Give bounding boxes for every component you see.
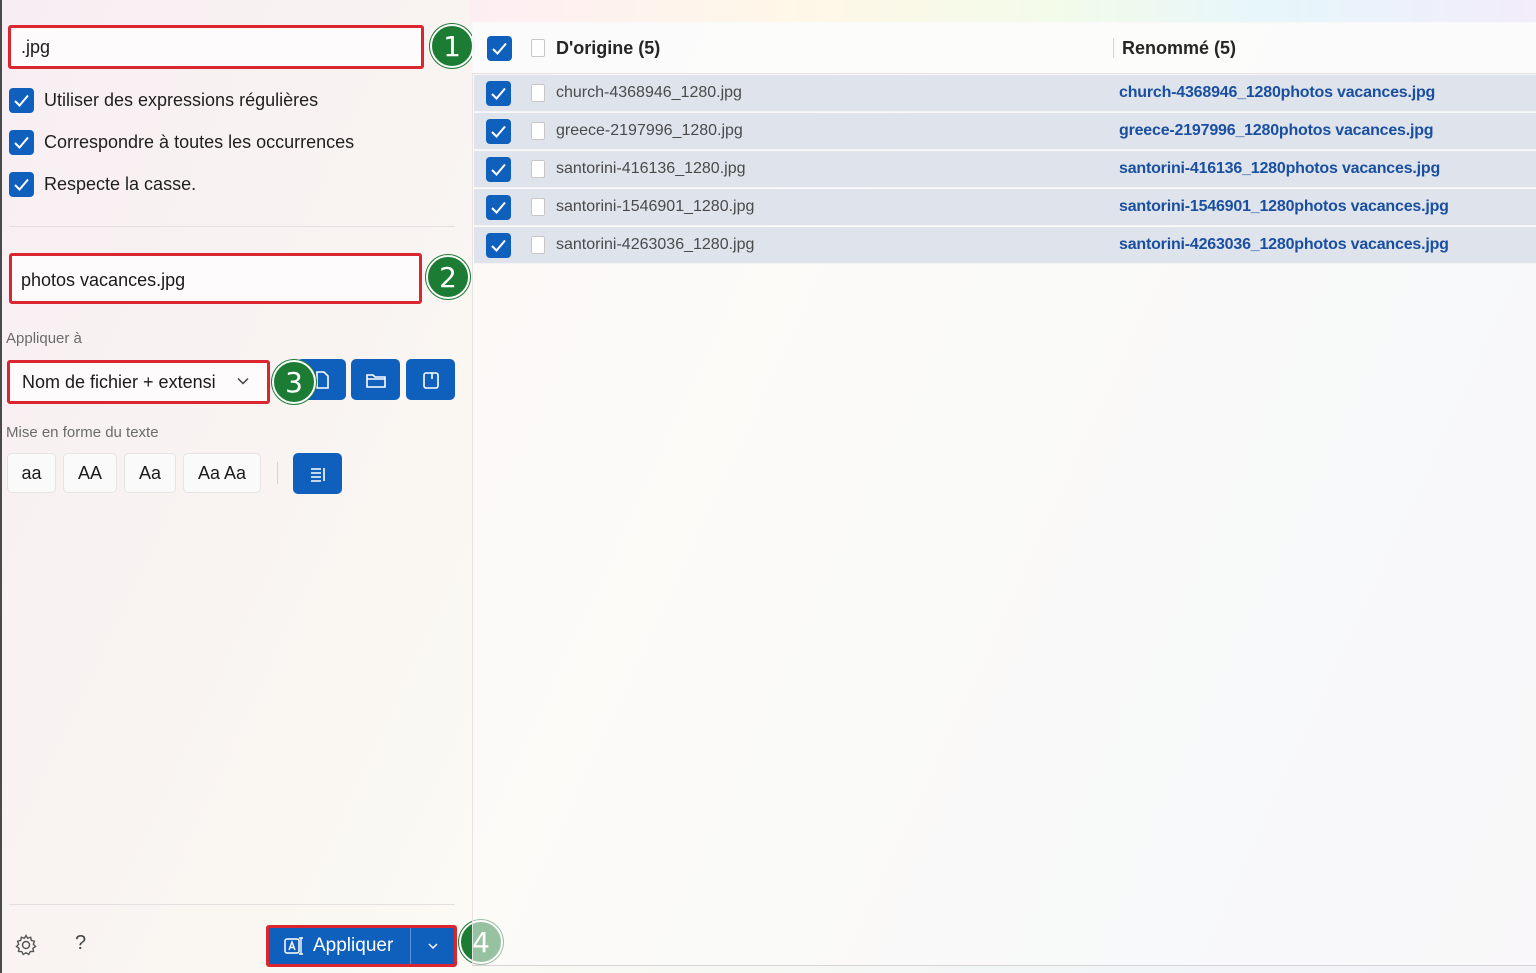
column-separator[interactable] [1113,38,1114,58]
row-checkbox[interactable] [486,119,511,144]
case-sensitive-label: Respecte la casse. [44,174,197,194]
renamed-filename: santorini-416136_1280photos vacances.jpg [1119,160,1441,177]
table-row[interactable]: santorini-4263036_1280.jpg santorini-426… [474,227,1536,264]
table-row[interactable]: santorini-1546901_1280.jpg santorini-154… [474,189,1536,226]
help-button[interactable]: ? [75,932,86,955]
gear-icon[interactable] [14,933,38,957]
button-separator [277,462,278,484]
apply-options-dropdown[interactable] [411,928,454,964]
regex-option[interactable]: Utiliser des expressions régulières [9,88,318,113]
replace-input[interactable]: photos vacances.jpg [9,253,422,304]
table-row[interactable]: church-4368946_1280.jpg church-4368946_1… [474,75,1536,112]
apply-button[interactable]: Appliquer [269,928,410,964]
renamed-filename: santorini-1546901_1280photos vacances.jp… [1119,198,1449,215]
apply-to-dropdown[interactable]: Nom de fichier + extension [7,360,270,404]
row-checkbox[interactable] [486,233,511,258]
step-badge-3: 3 [272,360,316,404]
divider [9,226,455,227]
checkmark-icon [491,163,506,176]
table-row[interactable]: greece-2197996_1280.jpg greece-2197996_1… [474,113,1536,150]
select-all-checkbox[interactable] [487,36,512,61]
apply-label: Appliquer [313,935,394,956]
chevron-down-icon [237,377,249,385]
row-checkbox[interactable] [486,195,511,220]
step-badge-1: 1 [430,24,474,68]
checkmark-icon [14,178,29,191]
replace-input-value: photos vacances.jpg [21,270,186,290]
footer-divider [9,904,455,905]
original-filename: santorini-4263036_1280.jpg [556,236,755,253]
step-badge-2: 2 [426,255,470,299]
file-icon [531,39,545,57]
titlecase-button[interactable]: Aa [124,453,176,493]
enumerate-button[interactable] [293,453,342,494]
table-row[interactable]: santorini-416136_1280.jpg santorini-4161… [474,151,1536,188]
subfolder-icon [422,371,439,389]
checkmark-icon [14,94,29,107]
checkmark-icon [491,125,506,138]
regex-label: Utiliser des expressions régulières [44,90,319,110]
lowercase-button[interactable]: aa [7,453,56,493]
text-format-label: Mise en forme du texte [6,424,159,441]
folder-icon [365,373,386,388]
list-enumerate-icon [310,467,325,482]
renamed-filename: greece-2197996_1280photos vacances.jpg [1119,122,1434,139]
regex-checkbox[interactable] [9,88,34,113]
checkmark-icon [14,136,29,149]
original-filename: santorini-416136_1280.jpg [556,160,746,177]
file-icon [531,160,545,178]
apply-to-folders-button[interactable] [351,359,400,400]
file-icon [531,236,545,254]
search-input[interactable]: .jpg [8,25,424,69]
original-column-header[interactable]: D'origine (5) [556,38,660,59]
renamed-filename: church-4368946_1280photos vacances.jpg [1119,84,1436,101]
checkmark-icon [491,201,506,214]
renamed-column-header[interactable]: Renommé (5) [1122,38,1236,59]
search-input-value: .jpg [21,37,51,57]
original-filename: church-4368946_1280.jpg [556,84,742,101]
case-sensitive-checkbox[interactable] [9,172,34,197]
original-filename: greece-2197996_1280.jpg [556,122,743,139]
renamed-filename: santorini-4263036_1280photos vacances.jp… [1119,236,1449,253]
capitalize-words-button[interactable]: Aa Aa [183,453,261,493]
match-all-label: Correspondre à toutes les occurrences [44,132,355,152]
file-icon [531,122,545,140]
panel-bottom-border [472,965,1536,966]
match-all-checkbox[interactable] [9,130,34,155]
original-filename: santorini-1546901_1280.jpg [556,198,755,215]
row-checkbox[interactable] [486,81,511,106]
apply-split-button[interactable]: Appliquer [266,925,457,967]
checkmark-icon [491,239,506,252]
chevron-down-icon [427,943,438,950]
apply-to-label: Appliquer à [6,330,82,347]
checkmark-icon [491,87,506,100]
window-left-border [0,0,2,973]
file-icon [531,84,545,102]
row-checkbox[interactable] [486,157,511,182]
file-icon [531,198,545,216]
apply-to-selected: Nom de fichier + extension [22,372,236,392]
match-all-option[interactable]: Correspondre à toutes les occurrences [9,130,354,155]
checkmark-icon [492,42,507,55]
rename-icon [284,937,303,955]
apply-to-subfolders-button[interactable] [406,359,455,400]
uppercase-button[interactable]: AA [63,453,117,493]
top-gradient-band [470,0,1536,22]
case-sensitive-option[interactable]: Respecte la casse. [9,172,196,197]
